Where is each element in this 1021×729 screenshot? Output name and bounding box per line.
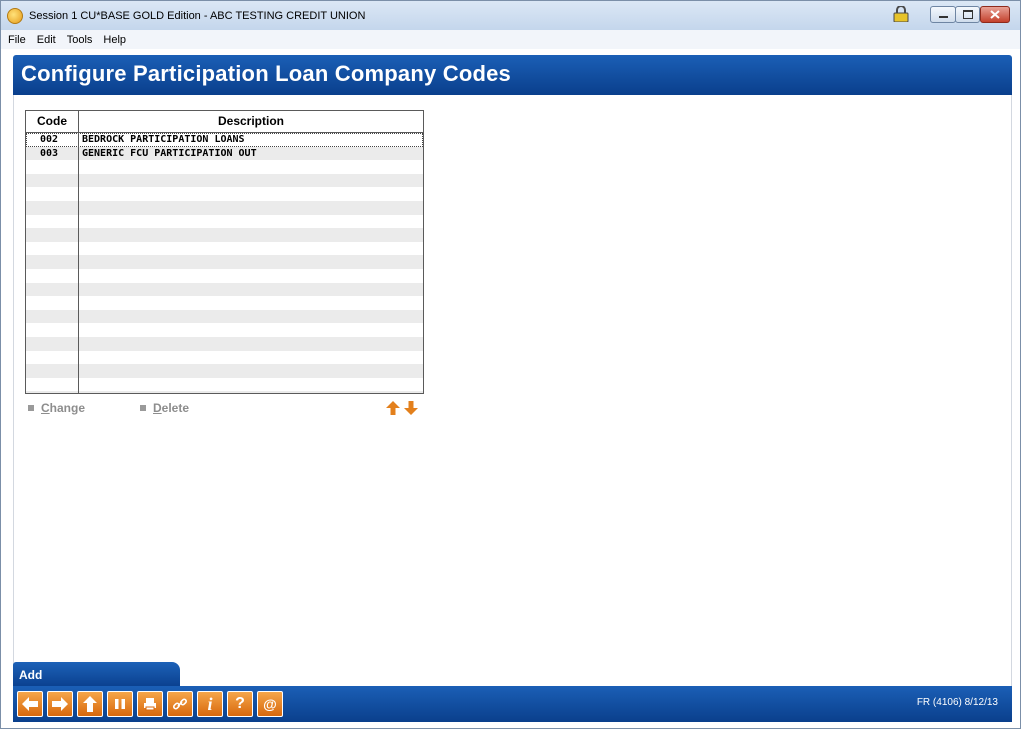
close-icon xyxy=(990,10,1000,19)
maximize-button[interactable] xyxy=(955,6,980,23)
close-button[interactable] xyxy=(980,6,1010,23)
company-codes-table: Code Description 002 BEDROCK PARTICIPATI… xyxy=(25,110,424,394)
bullet-icon xyxy=(28,405,34,411)
table-row-empty xyxy=(26,391,423,393)
table-header: Code Description xyxy=(26,111,423,133)
cell-description: GENERIC FCU PARTICIPATION OUT xyxy=(82,147,257,159)
minimize-button[interactable] xyxy=(930,6,956,23)
forward-icon xyxy=(52,697,68,711)
cell-code: 003 xyxy=(40,147,59,159)
table-row-empty xyxy=(26,255,423,269)
print-icon xyxy=(144,698,156,711)
delete-label: elete xyxy=(161,401,190,415)
change-label: hange xyxy=(49,401,86,415)
up-button[interactable] xyxy=(77,691,103,717)
cell-description: BEDROCK PARTICIPATION LOANS xyxy=(82,134,245,145)
app-window: Session 1 CU*BASE GOLD Edition - ABC TES… xyxy=(0,0,1021,729)
up-icon xyxy=(83,696,97,712)
footer-buttons: i ? @ xyxy=(17,691,283,717)
menu-tools[interactable]: Tools xyxy=(63,34,97,46)
arrow-up-icon[interactable] xyxy=(385,400,401,416)
page-title: Configure Participation Loan Company Cod… xyxy=(21,61,511,86)
add-tab-button[interactable]: Add xyxy=(13,662,180,686)
back-icon xyxy=(22,697,38,711)
menu-help[interactable]: Help xyxy=(99,34,130,46)
column-divider xyxy=(78,133,79,393)
pause-icon xyxy=(115,699,125,709)
table-row-empty xyxy=(26,378,423,392)
menu-bar: File Edit Tools Help xyxy=(1,30,1020,49)
help-button[interactable]: ? xyxy=(227,691,253,717)
table-row-empty xyxy=(26,242,423,256)
delete-mnemonic: D xyxy=(153,401,162,415)
table-row-empty xyxy=(26,200,423,215)
lock-icon xyxy=(893,6,909,22)
table-row-empty xyxy=(26,187,423,201)
table-row-empty xyxy=(26,269,423,283)
table-row[interactable]: 002 BEDROCK PARTICIPATION LOANS xyxy=(26,133,423,147)
table-row-empty xyxy=(26,160,423,174)
page-header: Configure Participation Loan Company Cod… xyxy=(13,55,1012,95)
cell-code: 002 xyxy=(40,134,59,145)
row-actions: Change Delete xyxy=(26,401,424,417)
menu-file[interactable]: File xyxy=(4,34,30,46)
table-row[interactable]: 003 GENERIC FCU PARTICIPATION OUT xyxy=(26,146,423,161)
menu-edit[interactable]: Edit xyxy=(33,34,60,46)
table-row-empty xyxy=(26,351,423,365)
table-row-empty xyxy=(26,336,423,351)
table-row-empty xyxy=(26,215,423,229)
bullet-icon xyxy=(140,405,146,411)
window-title: Session 1 CU*BASE GOLD Edition - ABC TES… xyxy=(29,9,366,22)
footer-toolbar: i ? @ FR (4106) 8/12/13 xyxy=(13,686,1012,722)
info-button[interactable]: i xyxy=(197,691,223,717)
delete-button[interactable]: Delete xyxy=(140,401,189,415)
main-content: Code Description 002 BEDROCK PARTICIPATI… xyxy=(13,95,1012,687)
back-button[interactable] xyxy=(17,691,43,717)
help-icon: ? xyxy=(235,695,245,712)
table-row-empty xyxy=(26,282,423,297)
scroll-arrows xyxy=(385,400,419,416)
table-row-empty xyxy=(26,296,423,310)
forward-button[interactable] xyxy=(47,691,73,717)
link-button[interactable] xyxy=(167,691,193,717)
minimize-icon xyxy=(938,16,948,18)
pause-button[interactable] xyxy=(107,691,133,717)
table-row-empty xyxy=(26,309,423,324)
app-icon xyxy=(7,7,23,24)
email-button[interactable]: @ xyxy=(257,691,283,717)
table-row-empty xyxy=(26,323,423,337)
arrow-down-icon[interactable] xyxy=(403,400,419,416)
title-bar: Session 1 CU*BASE GOLD Edition - ABC TES… xyxy=(1,1,1020,30)
email-icon: @ xyxy=(263,696,277,712)
table-row-empty xyxy=(26,173,423,188)
add-label: Add xyxy=(19,668,43,682)
table-body: 002 BEDROCK PARTICIPATION LOANS 003 GENE… xyxy=(26,133,423,393)
print-button[interactable] xyxy=(137,691,163,717)
table-row-empty xyxy=(26,364,423,378)
change-button[interactable]: Change xyxy=(28,401,85,415)
column-header-description[interactable]: Description xyxy=(79,111,423,132)
column-header-code[interactable]: Code xyxy=(26,111,79,132)
info-icon: i xyxy=(207,693,213,714)
table-row-empty xyxy=(26,228,423,242)
change-mnemonic: C xyxy=(41,401,50,415)
link-icon xyxy=(172,698,188,710)
maximize-icon xyxy=(962,10,973,19)
screen-id: FR (4106) 8/12/13 xyxy=(916,697,998,708)
